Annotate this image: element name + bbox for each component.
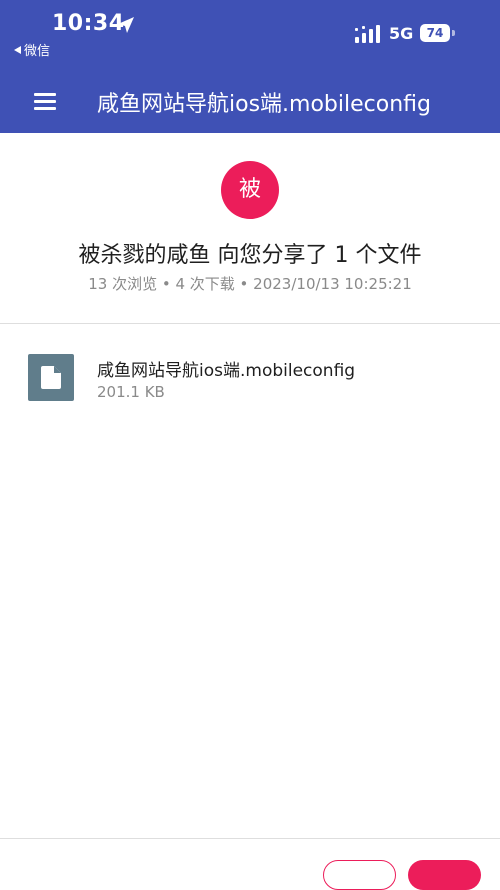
- signal-strength-icon: [355, 25, 380, 43]
- status-time: 10:34: [52, 11, 125, 36]
- back-app-label: 微信: [24, 44, 51, 59]
- bottom-divider: [0, 838, 500, 839]
- file-size: 201.1 KB: [97, 383, 165, 401]
- app-bar-title: 咸鱼网站导航ios端.mobileconfig: [97, 92, 431, 117]
- location-arrow-icon: [118, 17, 134, 33]
- app-bar: 10:34 微信 5G 74 咸鱼网站导航ios端.mobileconfig: [0, 0, 500, 133]
- file-name: 咸鱼网站导航ios端.mobileconfig: [97, 361, 356, 381]
- share-heading: 被杀戮的咸鱼 向您分享了 1 个文件: [78, 243, 422, 268]
- menu-button[interactable]: [34, 90, 58, 110]
- primary-action-button[interactable]: [408, 860, 481, 890]
- back-triangle-icon: [14, 45, 21, 54]
- document-icon: [28, 354, 74, 401]
- share-meta: 13 次浏览 • 4 次下载 • 2023/10/13 10:25:21: [88, 275, 412, 293]
- file-list-item[interactable]: 咸鱼网站导航ios端.mobileconfig 201.1 KB: [0, 340, 500, 416]
- network-type: 5G: [389, 24, 414, 43]
- divider: [0, 323, 500, 324]
- battery-icon: 74: [420, 24, 456, 42]
- battery-level: 74: [420, 24, 450, 42]
- avatar: 被: [221, 161, 279, 219]
- secondary-action-button[interactable]: [323, 860, 396, 890]
- back-to-app-button[interactable]: 微信: [14, 40, 50, 59]
